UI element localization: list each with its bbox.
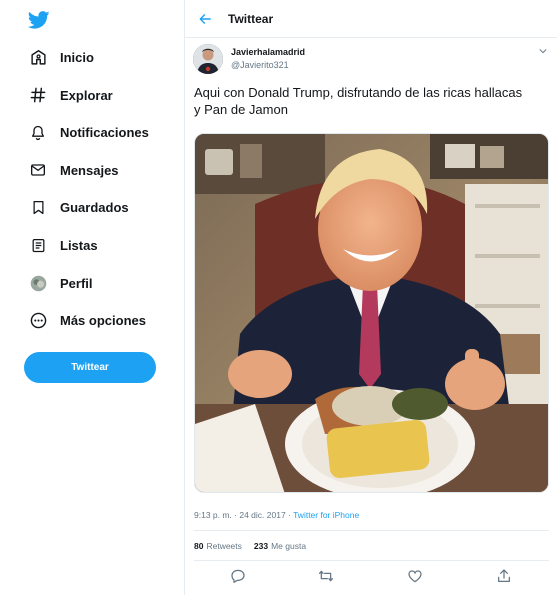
sidebar-item-perfil[interactable]: Perfil	[22, 268, 93, 298]
reply-icon[interactable]	[230, 568, 246, 584]
likes-count: 233	[253, 541, 269, 551]
tweet-time[interactable]: 9:13 p. m. · 24 dic. 2017	[194, 510, 286, 520]
divider	[194, 560, 549, 561]
sidebar-item-label: Notificaciones	[60, 124, 149, 140]
avatar[interactable]	[193, 44, 223, 74]
retweets-label: Retweets	[206, 541, 242, 551]
sidebar-item-guardados[interactable]: Guardados	[22, 192, 129, 222]
sidebar-item-label: Mensajes	[60, 162, 119, 178]
sidebar-item-mensajes[interactable]: Mensajes	[22, 155, 119, 185]
divider	[194, 530, 549, 531]
sidebar-item-label: Listas	[60, 237, 98, 253]
hashtag-icon	[29, 86, 47, 104]
sidebar-item-notificaciones[interactable]: Notificaciones	[22, 117, 149, 147]
bookmark-icon	[29, 198, 47, 216]
sidebar-item-label: Inicio	[60, 49, 94, 65]
more-circle-icon	[29, 311, 47, 329]
envelope-icon	[29, 161, 47, 179]
sidebar: Inicio Explorar Notificaciones Mensajes …	[0, 0, 184, 595]
tweet-actions	[185, 568, 557, 588]
home-icon	[29, 48, 47, 66]
avatar-icon	[29, 274, 47, 292]
sidebar-item-label: Perfil	[60, 275, 93, 291]
likes-label: Me gusta	[271, 541, 307, 551]
compose-tweet-button[interactable]: Twittear	[24, 352, 156, 383]
header: Twittear	[185, 0, 557, 38]
tweet-timestamp: 9:13 p. m. · 24 dic. 2017 · Twitter for …	[194, 510, 359, 520]
sidebar-item-mas-opciones[interactable]: Más opciones	[22, 305, 146, 335]
heart-icon[interactable]	[407, 568, 423, 584]
tweet-source-link[interactable]: Twitter for iPhone	[293, 510, 359, 520]
retweets-stat[interactable]: 80 Retweets	[194, 541, 242, 551]
share-icon[interactable]	[496, 568, 512, 584]
tweet-stats: 80 Retweets 233 Me gusta	[194, 541, 306, 551]
author-name[interactable]: Javierhalamadrid	[231, 47, 305, 57]
sidebar-item-label: Explorar	[60, 87, 113, 103]
tweet-photo[interactable]	[194, 133, 549, 493]
sidebar-item-label: Más opciones	[60, 312, 146, 328]
sidebar-item-label: Guardados	[60, 199, 129, 215]
retweets-count: 80	[194, 541, 204, 551]
back-arrow-icon[interactable]	[198, 12, 212, 26]
list-icon	[29, 236, 47, 254]
main-column: Twittear Javierhalamadrid @Javierito321 …	[184, 0, 557, 595]
twitter-bird-icon[interactable]	[27, 9, 51, 31]
page-title: Twittear	[228, 12, 274, 26]
tweet-text: Aqui con Donald Trump, disfrutando de la…	[194, 85, 523, 117]
likes-stat[interactable]: 233 Me gusta	[254, 541, 306, 551]
author-handle[interactable]: @Javierito321	[231, 60, 289, 70]
chevron-down-icon[interactable]	[538, 46, 548, 56]
retweet-icon[interactable]	[318, 568, 334, 584]
sidebar-item-listas[interactable]: Listas	[22, 230, 98, 260]
bell-icon	[29, 123, 47, 141]
meta-separator: ·	[285, 510, 294, 520]
sidebar-item-explorar[interactable]: Explorar	[22, 80, 113, 110]
sidebar-item-inicio[interactable]: Inicio	[22, 42, 94, 72]
